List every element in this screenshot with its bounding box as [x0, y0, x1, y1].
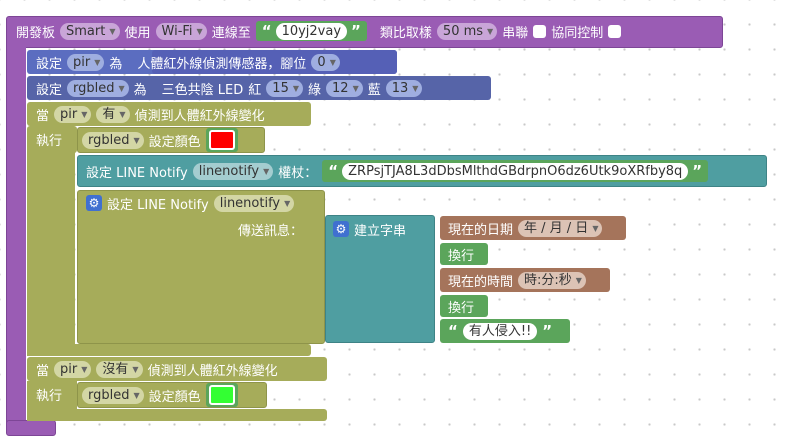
set-color-row: rgbled ▼ 設定顏色	[82, 128, 243, 152]
newline-label-1: 換行	[448, 248, 475, 264]
network-select[interactable]: Wi-Fi ▼	[155, 22, 207, 40]
serial-checkbox[interactable]	[533, 24, 547, 38]
event1-exec-row: 執行	[36, 128, 67, 150]
event1-header-row: 當 pir ▼ 有 ▼ 偵測到人體紅外線變化	[36, 103, 270, 125]
event2-state-select[interactable]: 沒有 ▼	[96, 360, 143, 378]
event2-var-select[interactable]: pir ▼	[54, 360, 92, 378]
led-select[interactable]: rgbled ▼	[82, 131, 144, 149]
led-select-2[interactable]: rgbled ▼	[82, 386, 144, 404]
set-label: 設定	[36, 56, 63, 72]
exec-label: 執行	[36, 388, 63, 404]
pir-sensor-label: 人體紅外線偵測傳感器，腳位	[137, 56, 307, 72]
led-type-label: 三色共陰 LED	[161, 82, 244, 98]
board-block-arm	[6, 44, 26, 432]
board-block-foot	[6, 420, 56, 436]
token-label: 權杖：	[278, 165, 318, 181]
board-label: 開發板	[16, 25, 56, 41]
time-label: 現在的時間	[448, 274, 514, 290]
when-label: 當	[36, 363, 50, 379]
event1-state-select[interactable]: 有 ▼	[96, 105, 130, 123]
text-row: “ 有人侵入!! ”	[448, 320, 557, 342]
event-no-detect-foot	[27, 409, 327, 421]
color-swatch-green[interactable]	[208, 385, 235, 405]
line-set-row: 設定 LINE Notify linenotify ▼ 權杖： “ ZRPsjTJ…	[86, 160, 713, 182]
event-detect-foot	[27, 344, 311, 356]
set-color-row-2: rgbled ▼ 設定顏色	[82, 383, 243, 407]
time-row: 現在的時間 時:分:秒 ▼	[448, 269, 591, 291]
color-swatch-red[interactable]	[208, 130, 235, 150]
date-row: 現在的日期 年 / 月 / 日 ▼	[448, 217, 607, 239]
gear-icon[interactable]: ⚙	[333, 221, 349, 237]
red-label: 紅	[248, 82, 262, 98]
color-block[interactable]	[205, 128, 238, 152]
event-detect-arm	[27, 150, 75, 356]
when-label: 當	[36, 108, 50, 124]
sample-label: 類比取樣	[379, 25, 432, 41]
time-format-select[interactable]: 時:分:秒 ▼	[518, 271, 586, 289]
line-set-label: 設定 LINE Notify	[86, 165, 188, 181]
date-label: 現在的日期	[448, 222, 514, 238]
msg-label-row: 傳送訊息：	[238, 218, 308, 240]
board-row: 開發板 Smart ▼ 使用 Wi-Fi ▼ 連線至 “ 10yj2vay ” 類比…	[16, 20, 626, 42]
token-field[interactable]: ZRPsjTJA8L3dDbsMlthdGBdrpnO6dz6Utk9oXRfb…	[342, 162, 689, 180]
exec-label: 執行	[36, 133, 63, 149]
event1-var-select[interactable]: pir ▼	[54, 105, 92, 123]
green-label: 綠	[308, 82, 322, 98]
gear-icon[interactable]: ⚙	[86, 195, 102, 211]
pir-setup-row: 設定 pir ▼ 為 人體紅外線偵測傳感器，腳位 0 ▼	[36, 51, 345, 73]
board-select[interactable]: Smart ▼	[60, 22, 120, 40]
ssid-block[interactable]: “ 10yj2vay ”	[255, 21, 367, 41]
line-send-row: ⚙ 設定 LINE Notify linenotify ▼	[86, 192, 299, 214]
newline-row-1: 換行	[448, 243, 479, 265]
set-color-label: 設定顏色	[148, 134, 201, 150]
led-var-select[interactable]: rgbled ▼	[67, 79, 129, 97]
build-string-row: ⚙ 建立字串	[333, 218, 411, 240]
led-setup-row: 設定 rgbled ▼ 為 三色共陰 LED 紅 15 ▼ 綠 12 ▼ 藍 13 ▼	[36, 77, 427, 99]
as-label: 為	[133, 82, 147, 98]
blue-pin-select[interactable]: 13 ▼	[385, 79, 423, 97]
coop-checkbox[interactable]	[608, 24, 622, 38]
close-quote-icon: ”	[542, 322, 553, 340]
ssid-field[interactable]: 10yj2vay	[275, 22, 348, 40]
red-pin-select[interactable]: 15 ▼	[266, 79, 303, 97]
token-text-block[interactable]: “ ZRPsjTJA8L3dDbsMlthdGBdrpnO6dz6Utk9oXR…	[322, 160, 709, 182]
pir-pin-select[interactable]: 0 ▼	[311, 53, 340, 71]
close-quote-icon: ”	[692, 162, 703, 180]
date-format-select[interactable]: 年 / 月 / 日 ▼	[518, 219, 603, 237]
line-send-var-select[interactable]: linenotify ▼	[213, 194, 295, 212]
sample-rate-select[interactable]: 50 ms ▼	[436, 22, 498, 40]
use-label: 使用	[124, 25, 151, 41]
open-quote-icon: “	[448, 322, 458, 340]
event2-header-row: 當 pir ▼ 沒有 ▼ 偵測到人體紅外線變化	[36, 358, 283, 380]
message-label: 傳送訊息：	[238, 223, 304, 239]
pir-var-select[interactable]: pir ▼	[67, 53, 105, 71]
open-quote-icon: “	[328, 162, 339, 180]
coop-label: 協同控制	[551, 25, 604, 41]
as-label: 為	[109, 56, 123, 72]
event2-exec-row: 執行	[36, 383, 67, 405]
set-color-label-2: 設定顏色	[148, 389, 201, 405]
message-text-field[interactable]: 有人侵入!!	[462, 322, 538, 340]
blue-label: 藍	[367, 82, 381, 98]
event2-detect-label: 偵測到人體紅外線變化	[147, 363, 278, 379]
serial-label: 串聯	[502, 25, 529, 41]
color-block-2[interactable]	[205, 383, 238, 407]
newline-row-2: 換行	[448, 295, 479, 317]
newline-label-2: 換行	[448, 300, 475, 316]
set-label: 設定	[36, 82, 63, 98]
close-quote-icon: ”	[351, 22, 361, 40]
open-quote-icon: “	[261, 22, 272, 40]
line-send-label: 設定 LINE Notify	[107, 197, 209, 213]
line-var-select[interactable]: linenotify ▼	[192, 162, 274, 180]
event1-detect-label: 偵測到人體紅外線變化	[134, 108, 265, 124]
green-pin-select[interactable]: 12 ▼	[326, 79, 363, 97]
build-string-label: 建立字串	[354, 223, 407, 239]
connect-label: 連線至	[211, 25, 251, 41]
